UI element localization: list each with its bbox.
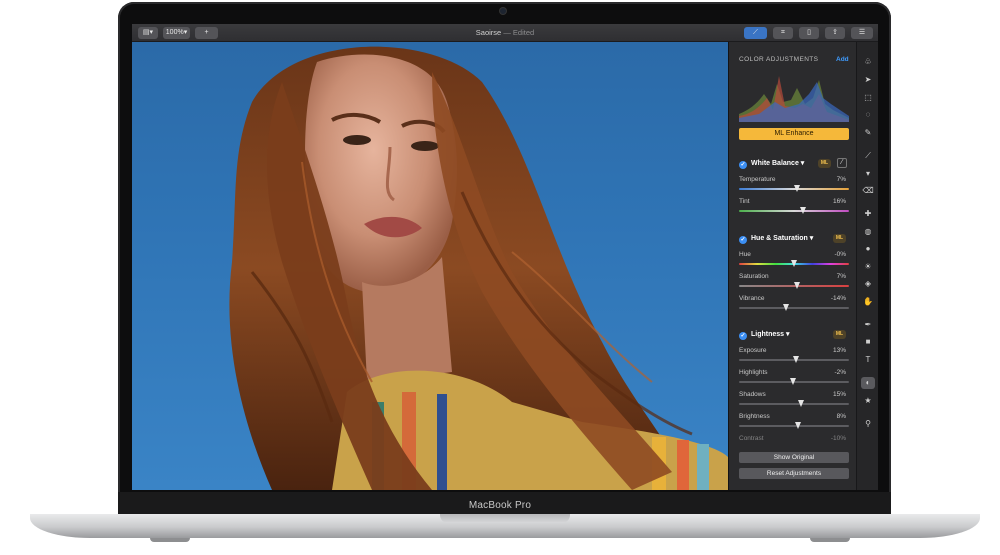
slider-knob[interactable]	[783, 304, 790, 311]
exposure-slider[interactable]	[739, 356, 849, 363]
share-icon: ⇪	[832, 29, 838, 36]
checkmark-icon[interactable]: ✓	[739, 236, 747, 244]
device-brand: MacBook Pro	[468, 500, 532, 511]
highlights-slider[interactable]	[739, 378, 849, 385]
slider-value: -10%	[830, 435, 846, 442]
sharpen-icon[interactable]: ◈	[861, 278, 875, 290]
paint-tool-button[interactable]: ⟋	[744, 27, 767, 39]
slider-value: 7%	[836, 273, 846, 280]
brush-icon[interactable]: ⟋	[861, 150, 875, 162]
shadows-slider[interactable]	[739, 400, 849, 407]
photo-canvas[interactable]	[132, 42, 728, 490]
slider-value: 15%	[832, 391, 846, 398]
arrange-icon[interactable]: ♧	[861, 56, 875, 68]
paint-select-icon[interactable]: ✎	[861, 127, 875, 139]
pen-icon[interactable]: ✒	[861, 319, 875, 331]
sliders-icon: ☰	[858, 29, 866, 36]
slider-value: 8%	[836, 413, 846, 420]
tools-sidebar: ♧ ➤ ⬚ ◌ ✎ ⟋ ▾ ⌫ ✚ ◍ ● ☀ ◈ ✋ ✒ ■ T ◐ ★ ⚲	[856, 42, 878, 490]
zoom-icon[interactable]: ⚲	[861, 418, 875, 430]
brightness-slider[interactable]	[739, 422, 849, 429]
reset-adjustments-button[interactable]: Reset Adjustments	[739, 468, 849, 479]
light-icon[interactable]: ☀	[861, 261, 875, 273]
show-original-button[interactable]: Show Original	[739, 452, 849, 463]
section-white-balance[interactable]: ✓ White Balance ▾	[739, 159, 804, 169]
tint-slider[interactable]	[739, 207, 849, 214]
selection-icon[interactable]: ⬚	[861, 92, 875, 104]
slider-knob[interactable]	[797, 400, 804, 407]
crop-icon: ⌗	[781, 29, 785, 36]
lid-notch	[440, 514, 570, 523]
slider-knob[interactable]	[793, 356, 800, 363]
slider-label: Saturation	[739, 273, 769, 280]
eraser-icon[interactable]: ⌫	[861, 185, 875, 197]
document-name: Saoirse	[475, 28, 502, 37]
fill-icon[interactable]: ▾	[861, 168, 875, 180]
slider-value: -14%	[830, 295, 846, 302]
slider-value: 16%	[832, 198, 846, 205]
slider-knob[interactable]	[799, 207, 806, 214]
lasso-icon[interactable]: ◌	[861, 109, 875, 121]
edit-status: — Edited	[503, 28, 535, 37]
blur-icon[interactable]: ●	[861, 243, 875, 255]
slider-value: 7%	[836, 176, 846, 183]
slider-value: -0%	[834, 251, 846, 258]
section-lightness[interactable]: ✓ Lightness ▾	[739, 330, 790, 340]
effects-icon[interactable]: ★	[861, 395, 875, 407]
slider-label: Hue	[739, 251, 751, 258]
temperature-slider[interactable]	[739, 185, 849, 192]
document-button[interactable]: ▯	[799, 27, 819, 39]
slider-knob[interactable]	[795, 422, 802, 429]
slider-label: Highlights	[739, 369, 768, 376]
portrait-photo	[229, 46, 728, 490]
crop-button[interactable]: ⌗	[773, 27, 793, 39]
ml-enhance-button[interactable]: ML Enhance	[739, 128, 849, 140]
slider-label: Temperature	[739, 176, 776, 183]
laptop: ▤▾ 100%▾ + Saoirse — Edited ⟋ ⌗ ▯ ⇪ ☰ CO…	[0, 0, 1000, 555]
slider-label: Exposure	[739, 347, 767, 354]
camera	[500, 8, 506, 14]
brush-toolbar-icon: ⟋	[753, 29, 758, 36]
color-adjustments-panel: COLOR ADJUSTMENTS Add ML Enhance ✓ White …	[728, 42, 856, 490]
ml-badge[interactable]: ML	[818, 159, 831, 168]
slider-knob[interactable]	[794, 282, 801, 289]
smudge-icon[interactable]: ✋	[861, 296, 875, 308]
slider-label: Tint	[739, 198, 750, 205]
screen: ▤▾ 100%▾ + Saoirse — Edited ⟋ ⌗ ▯ ⇪ ☰ CO…	[132, 24, 878, 490]
slider-label: Brightness	[739, 413, 770, 420]
histogram	[739, 74, 849, 122]
slider-value: 13%	[832, 347, 846, 354]
slider-knob[interactable]	[791, 260, 797, 267]
add-adjustment-link[interactable]: Add	[836, 56, 849, 63]
document-icon: ▯	[807, 29, 811, 36]
adjustments-button[interactable]: ☰	[851, 27, 873, 39]
toolbar: ▤▾ 100%▾ + Saoirse — Edited ⟋ ⌗ ▯ ⇪ ☰	[132, 24, 878, 42]
slider-label: Shadows	[739, 391, 766, 398]
slider-knob[interactable]	[789, 378, 796, 385]
checkmark-icon[interactable]: ✓	[739, 332, 747, 340]
slider-label: Vibrance	[739, 295, 765, 302]
slider-value: -2%	[834, 369, 846, 376]
eyedropper-icon[interactable]: ⁄	[837, 158, 847, 168]
ml-badge[interactable]: ML	[833, 234, 846, 243]
pointer-icon[interactable]: ➤	[861, 74, 875, 86]
repair-icon[interactable]: ✚	[861, 208, 875, 220]
ml-badge[interactable]: ML	[833, 330, 846, 339]
checkmark-icon[interactable]: ✓	[739, 161, 747, 169]
panel-title: COLOR ADJUSTMENTS	[739, 56, 819, 63]
share-button[interactable]: ⇪	[825, 27, 845, 39]
vibrance-slider[interactable]	[739, 304, 849, 311]
section-hue-saturation[interactable]: ✓ Hue & Saturation ▾	[739, 234, 813, 244]
slider-knob[interactable]	[794, 185, 801, 192]
hue-slider[interactable]	[739, 260, 849, 267]
clone-icon[interactable]: ◍	[861, 226, 875, 238]
color-adjust-icon[interactable]: ◐	[861, 377, 875, 389]
slider-label: Contrast	[739, 435, 764, 442]
foot	[150, 538, 190, 542]
shape-icon[interactable]: ■	[861, 336, 875, 348]
foot	[810, 538, 850, 542]
text-icon[interactable]: T	[861, 354, 875, 366]
saturation-slider[interactable]	[739, 282, 849, 289]
